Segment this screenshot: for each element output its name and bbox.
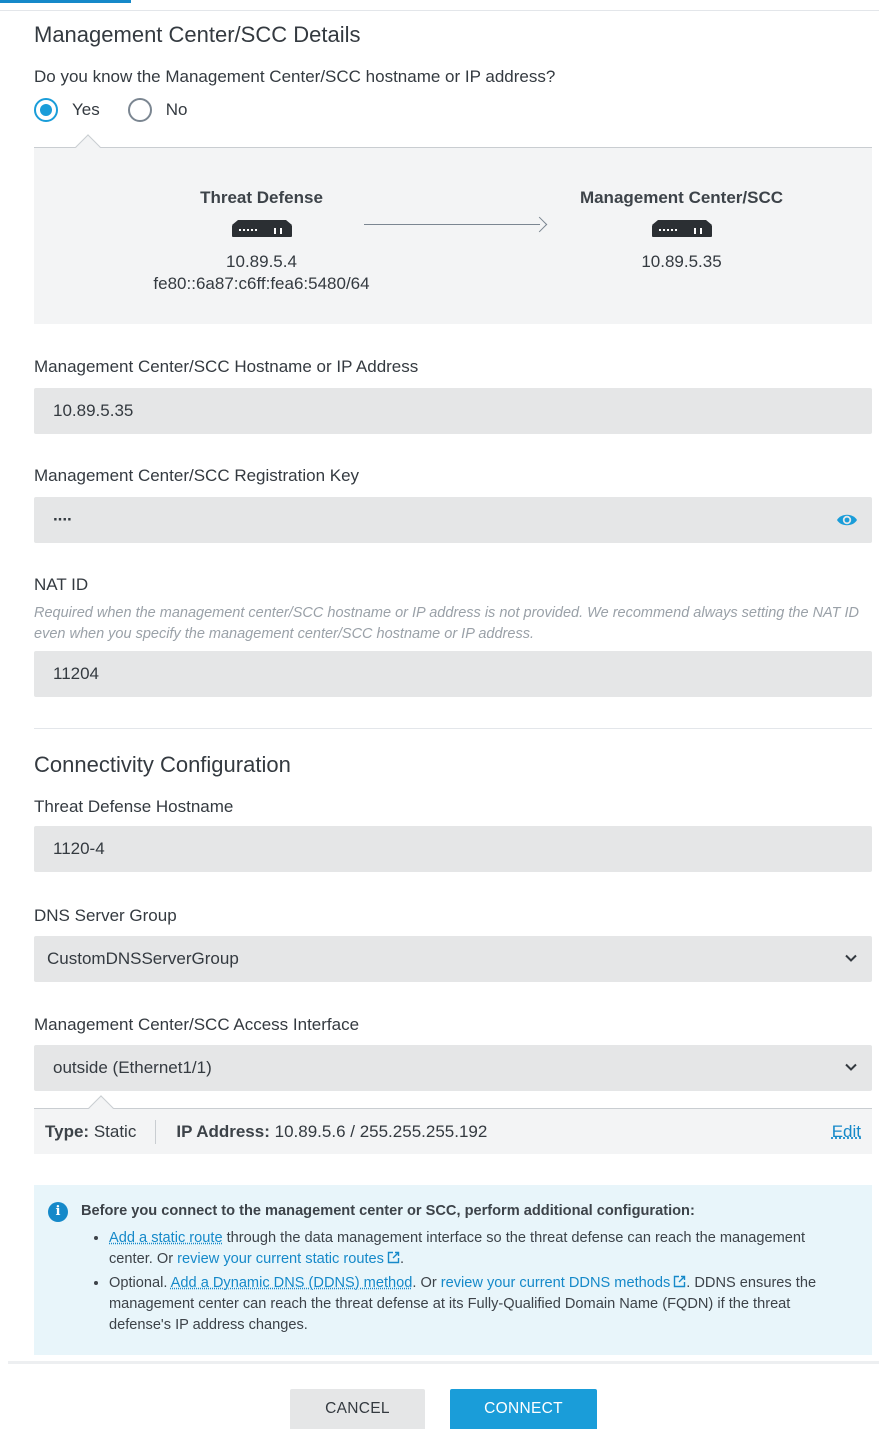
interface-details-pointer (88, 1095, 114, 1121)
access-interface-select[interactable]: outside (Ethernet1/1) (34, 1045, 872, 1091)
hostname-field-label: Management Center/SCC Hostname or IP Add… (34, 357, 419, 376)
section-title-management-center: Management Center/SCC Details (34, 22, 361, 47)
add-static-route-link[interactable]: Add a static route (109, 1230, 223, 1246)
info-icon: i (48, 1201, 68, 1222)
review-static-routes-link[interactable]: review your current static routes (177, 1251, 400, 1267)
interface-ip-value: 10.89.5.6 / 255.255.255.192 (274, 1121, 488, 1141)
access-interface-value: outside (Ethernet1/1) (53, 1058, 212, 1077)
cancel-button[interactable]: CANCEL (290, 1389, 425, 1429)
top-divider (0, 10, 879, 11)
radio-no-label: No (165, 100, 188, 119)
nat-id-input[interactable]: 11204 (34, 651, 872, 697)
network-device-icon (231, 220, 292, 237)
dns-server-group-value: CustomDNSServerGroup (47, 949, 239, 968)
interface-ip-label: IP Address: (176, 1121, 270, 1141)
hostname-input[interactable]: 10.89.5.35 (34, 388, 872, 434)
interface-type: Type: Static (34, 1122, 136, 1142)
management-center-ipv4: 10.89.5.35 (641, 252, 722, 271)
notice-item-ddns-text: . Or (412, 1275, 441, 1291)
registration-key-input[interactable]: ···· (34, 497, 872, 543)
section-divider (34, 728, 872, 729)
notice-item-ddns-prefix: Optional. (109, 1275, 171, 1291)
radio-yes-label: Yes (72, 100, 100, 119)
management-center-title: Management Center/SCC (579, 188, 784, 207)
review-ddns-methods-link-text: review your current DDNS methods (440, 1275, 671, 1291)
radio-no-indicator[interactable] (127, 98, 152, 122)
chevron-down-icon (845, 954, 857, 962)
threat-defense-title: Threat Defense (200, 188, 323, 207)
network-device-icon (651, 220, 712, 237)
connection-arrow-head (531, 216, 548, 233)
interface-ip: IP Address: 10.89.5.6 / 255.255.255.192 (176, 1122, 487, 1142)
external-link-icon (674, 1275, 686, 1288)
add-ddns-method-link[interactable]: Add a Dynamic DNS (DDNS) method (171, 1275, 413, 1291)
nat-id-value: 11204 (53, 664, 100, 683)
td-hostname-label: Threat Defense Hostname (34, 797, 234, 816)
additional-configuration-notice: i Before you connect to the management c… (34, 1185, 872, 1355)
hostname-input-value: 10.89.5.35 (53, 401, 134, 420)
connect-button[interactable]: CONNECT (450, 1389, 597, 1429)
radio-no[interactable]: No (127, 98, 188, 122)
registration-key-value: ···· (53, 510, 73, 529)
access-interface-label: Management Center/SCC Access Interface (34, 1015, 360, 1034)
dns-server-group-select[interactable]: CustomDNSServerGroup (34, 936, 872, 982)
eye-icon[interactable] (836, 511, 858, 529)
chevron-down-icon (845, 1063, 857, 1071)
notice-item-static-route-end: . (399, 1251, 405, 1267)
threat-defense-node: Threat Defense 10.89.5.4 fe80::6a87:c6ff… (139, 188, 384, 295)
radio-yes[interactable]: Yes (34, 98, 100, 122)
notice-list: Add a static route through the data mana… (48, 1228, 852, 1336)
notice-item-static-route: Add a static route through the data mana… (109, 1228, 852, 1270)
management-center-node: Management Center/SCC 10.89.5.35 (564, 188, 799, 273)
external-link-icon (387, 1251, 400, 1264)
diagram-pointer (75, 134, 101, 160)
nat-id-label: NAT ID (34, 575, 89, 594)
footer-divider (8, 1361, 879, 1364)
hostname-known-radio-group: Yes No (34, 96, 215, 124)
threat-defense-ipv4: 10.89.5.4 (226, 252, 297, 271)
notice-heading: Before you connect to the management cen… (81, 1203, 695, 1219)
radio-yes-indicator[interactable] (34, 98, 58, 122)
notice-header: i Before you connect to the management c… (48, 1201, 852, 1222)
interface-type-value: Static (93, 1121, 137, 1141)
active-tab-indicator (0, 0, 131, 3)
connection-diagram: Threat Defense 10.89.5.4 fe80::6a87:c6ff… (34, 134, 872, 324)
registration-key-label: Management Center/SCC Registration Key (34, 466, 360, 485)
threat-defense-ipv6: fe80::6a87:c6ff:fea6:5480/64 (153, 274, 370, 293)
notice-item-ddns: Optional. Add a Dynamic DNS (DDNS) metho… (109, 1273, 852, 1336)
interface-type-label: Type: (45, 1121, 90, 1141)
td-hostname-input[interactable]: 1120-4 (34, 826, 872, 872)
review-static-routes-link-text: review your current static routes (177, 1251, 384, 1267)
review-ddns-methods-link[interactable]: review your current DDNS methods (441, 1275, 687, 1291)
edit-interface-link[interactable]: Edit (832, 1122, 861, 1142)
interface-details-separator (155, 1119, 157, 1144)
nat-id-help-text: Required when the management center/SCC … (34, 605, 860, 642)
interface-details-panel: Type: Static IP Address: 10.89.5.6 / 255… (34, 1095, 872, 1154)
section-title-connectivity: Connectivity Configuration (34, 752, 291, 777)
hostname-known-question: Do you know the Management Center/SCC ho… (34, 67, 556, 86)
dns-server-group-label: DNS Server Group (34, 906, 177, 925)
td-hostname-value: 1120-4 (53, 839, 105, 858)
connection-arrow (364, 224, 540, 225)
